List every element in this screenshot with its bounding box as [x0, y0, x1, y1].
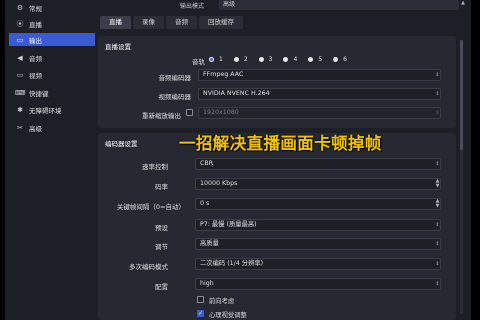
profile-select[interactable]: high	[195, 278, 441, 290]
bitrate-input[interactable]: 10000 Kbps	[195, 178, 441, 190]
settings-window: ⚙ 常规 ⦿ 直播 ▭ 输出 ◀ 音频 ▭ 视频 ⌨ 快捷键 ✱ 无障碍环境 ✂…	[5, 0, 471, 320]
profile-label: 配置	[155, 283, 168, 291]
chevron-updown-icon: ⇕	[435, 241, 440, 247]
lookahead-label: 前向考虑	[209, 298, 235, 305]
video-encoder-select[interactable]: NVIDIA NVENC H.264	[198, 88, 441, 100]
sidebar-item-label: 快捷键	[29, 89, 49, 98]
monitor-icon: ▭	[16, 70, 24, 79]
output-mode-select[interactable]: 高级	[219, 0, 459, 10]
output-mode-label: 输出模式	[180, 3, 205, 10]
lookahead-checkbox[interactable]	[197, 296, 204, 303]
chevron-updown-icon: ⇕	[435, 72, 440, 78]
sidebar-item-accessibility[interactable]: ✱ 无障碍环境	[9, 103, 95, 116]
sidebar-item-audio[interactable]: ◀ 音频	[9, 51, 95, 64]
sidebar-item-label: 直播	[29, 20, 42, 29]
scroll-up-arrow-icon[interactable]: ▲	[460, 0, 466, 8]
audio-track-num: 3	[268, 56, 273, 63]
sidebar-item-video[interactable]: ▭ 视频	[9, 68, 95, 81]
wrench-icon: ✂	[17, 123, 23, 132]
tuning-label: 调节	[155, 243, 168, 251]
tab-recording[interactable]: 录像	[133, 16, 164, 29]
bitrate-label: 码率	[155, 183, 168, 191]
audio-track-radio-3[interactable]	[258, 57, 264, 62]
tab-replay-buffer[interactable]: 回放缓存	[199, 16, 243, 29]
audio-track-num: 5	[318, 56, 323, 63]
chevron-updown-icon: ⇕	[435, 110, 440, 116]
app-root: ⚙ 常规 ⦿ 直播 ▭ 输出 ◀ 音频 ▭ 视频 ⌨ 快捷键 ✱ 无障碍环境 ✂…	[0, 0, 480, 320]
keyframe-interval-input[interactable]: 0 s	[195, 198, 441, 210]
encoder-settings-panel: 编码器设置 速率控制 CBR ⇕ 码率 10000 Kbps ▲ ▼ 关键帧间隔（…	[98, 133, 456, 320]
sidebar-item-label: 高级	[29, 124, 42, 133]
sidebar-item-label: 无障碍环境	[29, 106, 62, 115]
output-icon: ▭	[16, 35, 24, 44]
keyframe-stepper-icon[interactable]: ▲ ▼	[434, 198, 441, 210]
audio-track-num: 4	[293, 56, 298, 63]
sidebar-item-output[interactable]: ▭ 输出	[9, 33, 95, 46]
keyframe-interval-label: 关键帧间隔（0=自动）	[116, 203, 185, 211]
audio-track-num: 1	[219, 56, 223, 63]
audio-track-radio-5[interactable]	[308, 57, 314, 62]
audio-track-num: 2	[243, 56, 248, 63]
sidebar-item-label: 视频	[29, 71, 42, 80]
psycho-visual-label: 心理视觉调整	[209, 312, 247, 319]
rescale-output-checkbox[interactable]	[186, 109, 193, 116]
multipass-label: 多次编码模式	[129, 263, 168, 271]
audio-track-radio-1[interactable]	[209, 57, 214, 62]
audio-track-num: 6	[343, 56, 347, 63]
rate-control-label: 速率控制	[142, 163, 168, 171]
psycho-visual-checkbox[interactable]: ✓	[197, 310, 204, 317]
audio-encoder-select[interactable]: FFmpeg AAC	[198, 69, 441, 81]
chevron-updown-icon: ⇕	[435, 161, 440, 167]
audio-encoder-label: 音频编码器	[158, 74, 192, 82]
chevron-updown-icon: ⇕	[435, 222, 440, 228]
chevron-updown-icon: ⇕	[435, 281, 440, 287]
audio-track-radio-6[interactable]	[333, 57, 339, 62]
audio-track-radios: 1 2 3 4 5 6	[209, 56, 353, 63]
preset-select[interactable]: P7: 最慢 (质量最高)	[195, 219, 441, 231]
tab-stream[interactable]: 直播	[100, 16, 131, 29]
audio-track-radio-4[interactable]	[283, 57, 289, 62]
live-settings-panel: 直播设置 音轨 1 2 3 4 5 6 音频编码器 FFmpeg AAC ⇕ 视…	[98, 36, 456, 128]
live-settings-title: 直播设置	[105, 43, 131, 51]
sidebar-item-stream[interactable]: ⦿ 直播	[9, 17, 95, 30]
preset-label: 预设	[155, 224, 168, 232]
gear-icon: ⚙	[16, 3, 24, 12]
sidebar-item-label: 常规	[29, 4, 42, 13]
keyboard-icon: ⌨	[14, 88, 26, 97]
audio-track-label: 音轨	[192, 58, 205, 66]
audio-track-radio-2[interactable]	[233, 57, 239, 62]
broadcast-icon: ⦿	[16, 19, 24, 28]
chevron-updown-icon: ⇕	[435, 261, 440, 267]
tab-audio[interactable]: 音频	[166, 16, 197, 29]
speaker-icon: ◀	[17, 53, 23, 62]
output-mode-row: 输出模式 高级	[98, 0, 471, 12]
bitrate-stepper-icon[interactable]: ▲ ▼	[434, 178, 441, 190]
scrollbar-thumb[interactable]	[460, 40, 463, 150]
sidebar-item-general[interactable]: ⚙ 常规	[9, 1, 95, 14]
rate-control-select[interactable]: CBR	[195, 158, 441, 170]
sidebar-item-advanced[interactable]: ✂ 高级	[9, 121, 95, 134]
rescale-resolution-select[interactable]: 1920x1080	[198, 107, 441, 119]
video-encoder-label: 视频编码器	[158, 93, 192, 101]
multipass-select[interactable]: 二次编码 (1/4 分辨率)	[195, 258, 441, 270]
sidebar-item-hotkeys[interactable]: ⌨ 快捷键	[9, 86, 95, 99]
output-tabs: 直播 录像 音频 回放缓存	[100, 16, 243, 29]
rescale-output-label: 重新缩放输出	[142, 112, 181, 120]
sidebar-item-label: 输出	[29, 36, 42, 45]
settings-scrollbar[interactable]	[460, 40, 463, 314]
encoder-settings-title: 编码器设置	[105, 140, 138, 148]
settings-sidebar: ⚙ 常规 ⦿ 直播 ▭ 输出 ◀ 音频 ▭ 视频 ⌨ 快捷键 ✱ 无障碍环境 ✂…	[5, 0, 95, 320]
chevron-updown-icon: ⇕	[435, 91, 440, 97]
tuning-select[interactable]: 高质量	[195, 238, 441, 250]
video-caption-overlay: 一招解决直播画面卡顿掉帧	[179, 134, 382, 153]
accessibility-icon: ✱	[17, 105, 23, 114]
sidebar-item-label: 音频	[29, 54, 42, 63]
